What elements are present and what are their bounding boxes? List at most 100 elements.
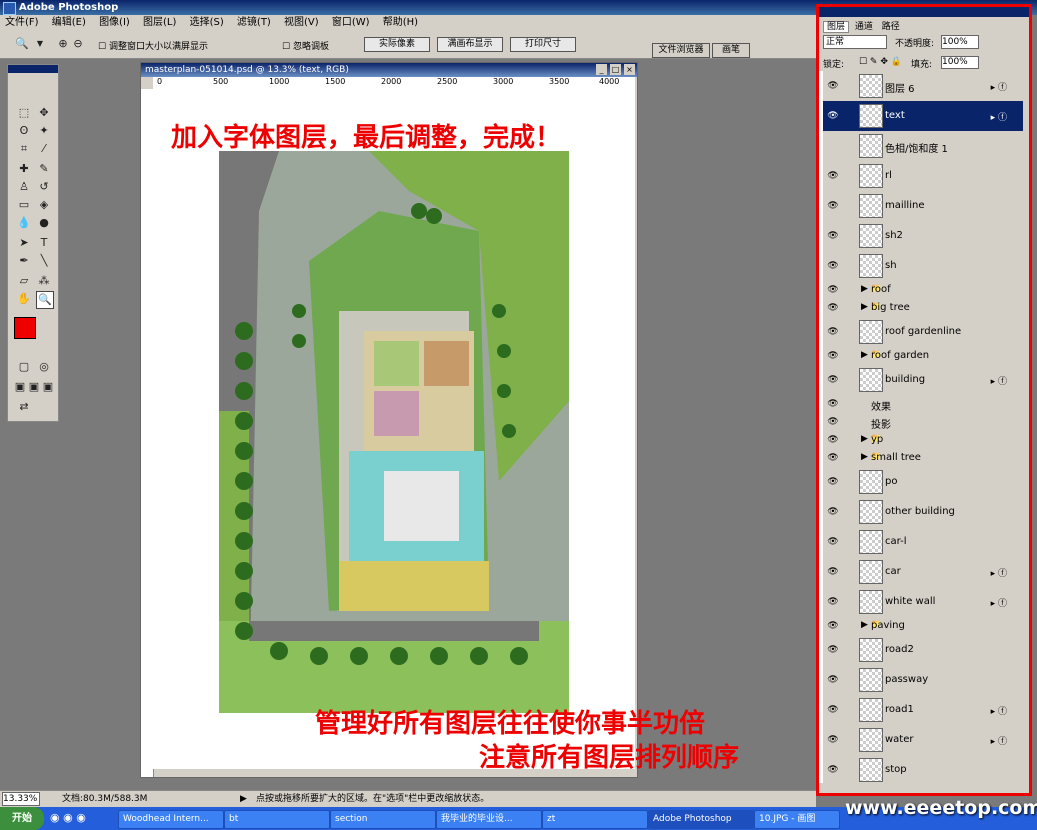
print-size-button[interactable]: 打印尺寸	[510, 37, 576, 52]
task-paint[interactable]: 10.JPG - 画图	[754, 810, 840, 829]
opacity-field[interactable]: 100%	[941, 35, 979, 49]
visibility-eye-icon[interactable]: 👁	[827, 477, 839, 487]
zoom-in-icon[interactable]: ⊕	[55, 36, 71, 52]
close-icon[interactable]: ×	[624, 64, 635, 75]
zoom-tool-icon[interactable]: 🔍	[14, 36, 30, 52]
screen-mode3-icon[interactable]: ▣	[40, 379, 56, 395]
standard-mode-icon[interactable]: ▢	[16, 359, 32, 375]
visibility-eye-icon[interactable]: 👁	[827, 111, 839, 121]
layer-row[interactable]: 👁 text ▸ ⓕ	[823, 101, 1023, 132]
layer-row[interactable]: 👁 road2	[823, 635, 1023, 666]
magic-wand-icon[interactable]: ✦	[36, 123, 52, 139]
layer-row[interactable]: 👁 ▶ 📁 roof	[823, 281, 1023, 300]
tab-paths[interactable]: 路径	[879, 22, 903, 32]
layer-effects-icon[interactable]: ▸ ⓕ	[991, 374, 1007, 387]
task-section[interactable]: section	[330, 810, 436, 829]
layer-effects-icon[interactable]: ▸ ⓕ	[991, 734, 1007, 747]
tab-file-browser[interactable]: 文件浏览器	[652, 43, 710, 58]
menu-view[interactable]: 视图(V)	[279, 15, 324, 31]
eyedropper-tool-icon[interactable]: ⁂	[36, 273, 52, 289]
quickmask-mode-icon[interactable]: ◎	[36, 359, 52, 375]
blend-mode-select[interactable]: 正常	[823, 35, 887, 49]
task-zt[interactable]: zt	[542, 810, 648, 829]
layer-effects-icon[interactable]: ▸ ⓕ	[991, 596, 1007, 609]
layer-row[interactable]: 👁 rl	[823, 161, 1023, 192]
menu-image[interactable]: 图像(I)	[94, 15, 135, 31]
line-tool-icon[interactable]: ╲	[36, 253, 52, 269]
history-brush-icon[interactable]: ↺	[36, 179, 52, 195]
menu-edit[interactable]: 编辑(E)	[47, 15, 91, 31]
tab-brushes[interactable]: 画笔	[712, 43, 750, 58]
layer-row[interactable]: 👁 road1 ▸ ⓕ	[823, 695, 1023, 726]
layer-row[interactable]: 👁 sh	[823, 251, 1023, 282]
visibility-eye-icon[interactable]: 👁	[827, 231, 839, 241]
eraser-tool-icon[interactable]: ▭	[16, 197, 32, 213]
layer-effects-icon[interactable]: ▸ ⓕ	[991, 566, 1007, 579]
visibility-eye-icon[interactable]: 👁	[827, 735, 839, 745]
visibility-eye-icon[interactable]: 👁	[827, 507, 839, 517]
visibility-eye-icon[interactable]: 👁	[827, 537, 839, 547]
canvas[interactable]: 加入字体图层，最后调整，完成！ 管理好所有图层往往使你事半功倍 注意所有图层排列…	[153, 89, 739, 773]
layer-row[interactable]: 👁 building ▸ ⓕ	[823, 365, 1023, 396]
layer-row[interactable]: 色相/饱和度 1	[823, 131, 1023, 162]
visibility-eye-icon[interactable]: 👁	[827, 171, 839, 181]
visibility-eye-icon[interactable]: 👁	[827, 453, 839, 463]
menu-select[interactable]: 选择(S)	[185, 15, 229, 31]
menu-layer[interactable]: 图层(L)	[138, 15, 181, 31]
slice-tool-icon[interactable]: ⁄	[36, 141, 52, 157]
play-icon[interactable]: ▶	[240, 791, 247, 807]
visibility-eye-icon[interactable]: 👁	[827, 351, 839, 361]
layer-row[interactable]: 👁 ▶ 📁 small tree	[823, 449, 1023, 468]
layer-row[interactable]: 👁 water ▸ ⓕ	[823, 725, 1023, 756]
layer-row[interactable]: 👁 sh2	[823, 221, 1023, 252]
task-photoshop[interactable]: Adobe Photoshop	[648, 810, 754, 829]
bucket-tool-icon[interactable]: ◈	[36, 197, 52, 213]
type-tool-icon[interactable]: T	[36, 235, 52, 251]
chevron-down-icon[interactable]: ▼	[32, 36, 48, 52]
path-select-icon[interactable]: ➤	[16, 235, 32, 251]
foreground-color-swatch[interactable]	[14, 317, 36, 339]
tab-channels[interactable]: 通道	[852, 22, 876, 32]
pen-tool-icon[interactable]: ✒	[16, 253, 32, 269]
visibility-eye-icon[interactable]: 👁	[827, 705, 839, 715]
layer-row[interactable]: 👁 mailline	[823, 191, 1023, 222]
brush-tool-icon[interactable]: ✎	[36, 161, 52, 177]
visibility-eye-icon[interactable]: 👁	[827, 261, 839, 271]
layer-row[interactable]: 👁 po	[823, 467, 1023, 498]
visibility-eye-icon[interactable]: 👁	[827, 567, 839, 577]
start-button[interactable]: 开始	[0, 807, 44, 830]
ignore-palettes-checkbox[interactable]: ☐ 忽略调板	[282, 39, 329, 52]
visibility-eye-icon[interactable]: 👁	[827, 675, 839, 685]
visibility-eye-icon[interactable]: 👁	[827, 81, 839, 91]
menu-filter[interactable]: 滤镜(T)	[232, 15, 276, 31]
layer-row[interactable]: 👁 图层 6 ▸ ⓕ	[823, 71, 1023, 102]
zoom-tool-selected-icon[interactable]: 🔍	[36, 291, 54, 309]
blur-tool-icon[interactable]: 💧	[16, 215, 32, 231]
layer-row[interactable]: 👁 ▶ 📁 roof garden	[823, 347, 1023, 366]
notes-tool-icon[interactable]: ▱	[16, 273, 32, 289]
marquee-tool-icon[interactable]: ⬚	[16, 105, 32, 121]
zoom-field[interactable]: 13.33%	[2, 792, 40, 806]
task-bt[interactable]: bt	[224, 810, 330, 829]
maximize-icon[interactable]: □	[610, 64, 621, 75]
visibility-eye-icon[interactable]: 👁	[827, 303, 839, 313]
zoom-out-icon[interactable]: ⊖	[70, 36, 86, 52]
fill-field[interactable]: 100%	[941, 56, 979, 69]
lasso-tool-icon[interactable]: ʘ	[16, 123, 32, 139]
layer-row[interactable]: 👁 投影	[823, 413, 1023, 432]
layer-effects-icon[interactable]: ▸ ⓕ	[991, 110, 1007, 123]
stamp-tool-icon[interactable]: ♙	[16, 179, 32, 195]
visibility-eye-icon[interactable]: 👁	[827, 375, 839, 385]
fit-on-screen-button[interactable]: 满画布显示	[437, 37, 503, 52]
tab-layers[interactable]: 图层	[823, 21, 850, 33]
layer-row[interactable]: 👁 car ▸ ⓕ	[823, 557, 1023, 588]
move-tool-icon[interactable]: ✥	[36, 105, 52, 121]
visibility-eye-icon[interactable]: 👁	[827, 417, 839, 427]
layer-row[interactable]: 👁 ▶ 📁 paving	[823, 617, 1023, 636]
visibility-eye-icon[interactable]: 👁	[827, 201, 839, 211]
actual-pixels-button[interactable]: 实际像素	[364, 37, 430, 52]
visibility-eye-icon[interactable]	[827, 141, 839, 151]
menu-window[interactable]: 窗口(W)	[327, 15, 375, 31]
visibility-eye-icon[interactable]: 👁	[827, 645, 839, 655]
visibility-eye-icon[interactable]: 👁	[827, 435, 839, 445]
